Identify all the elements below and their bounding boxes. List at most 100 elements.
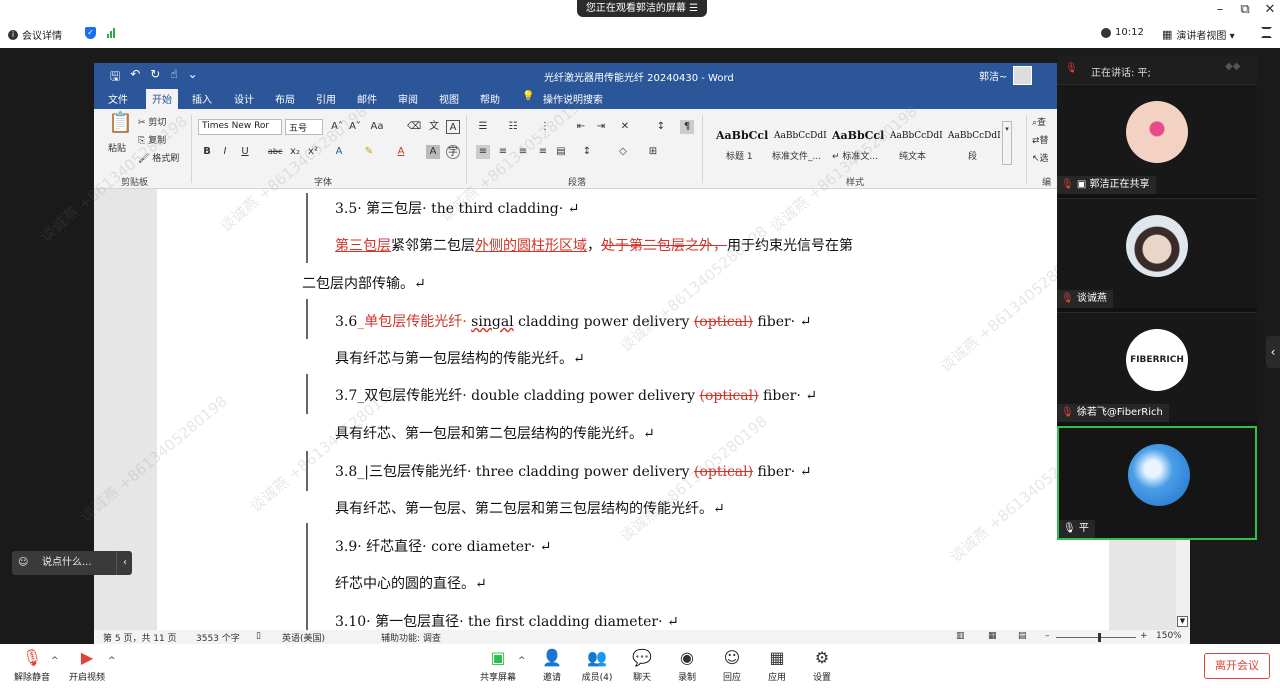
sort-icon[interactable]: ↕ xyxy=(654,120,668,134)
line-spacing-icon[interactable]: ↕ xyxy=(580,145,594,159)
select-button[interactable]: ↖选 xyxy=(1032,151,1049,164)
fullscreen-icon[interactable] xyxy=(1261,27,1272,38)
underline-icon[interactable]: U xyxy=(238,145,252,159)
chevron-left-icon[interactable]: ‹ xyxy=(116,551,127,575)
tab-help[interactable]: 帮助 xyxy=(480,91,500,106)
tab-design[interactable]: 设计 xyxy=(234,91,254,106)
signal-icon[interactable] xyxy=(107,28,115,38)
restore-icon[interactable]: ⧉ xyxy=(1235,2,1255,17)
web-layout-icon[interactable]: ▤ xyxy=(1018,631,1027,641)
paste-icon[interactable]: 📋 xyxy=(108,112,133,139)
emoji-icon[interactable]: ☺ xyxy=(18,551,28,575)
sharing-banner[interactable]: 您正在观看郭洁的屏幕 ☰ xyxy=(577,0,707,17)
redo-icon[interactable]: ↻ xyxy=(150,67,160,88)
chevron-up-icon[interactable]: ^ xyxy=(108,656,116,666)
account-name[interactable]: 郭洁~ xyxy=(979,68,1007,83)
zoom-in-icon[interactable]: + xyxy=(1140,631,1148,641)
tab-file[interactable]: 文件 xyxy=(108,91,128,106)
phonetic-guide-icon[interactable]: 文 xyxy=(427,120,441,134)
paste-label[interactable]: 粘贴 xyxy=(108,141,126,154)
format-painter-button[interactable]: 🖌 格式刷 xyxy=(138,151,179,164)
proofing-icon[interactable]: ▯ xyxy=(256,631,261,641)
italic-icon[interactable]: I xyxy=(218,145,232,159)
font-color-icon[interactable]: A xyxy=(394,145,408,159)
account-avatar[interactable] xyxy=(1013,66,1032,85)
decrease-indent-icon[interactable]: ⇤ xyxy=(574,120,588,134)
page-count[interactable]: 第 5 页，共 11 页 xyxy=(103,631,177,644)
style-preview-paragraph[interactable]: AaBbCcDdI xyxy=(948,131,1001,141)
show-marks-icon[interactable]: ¶ xyxy=(680,120,694,134)
align-left-icon[interactable]: ≡ xyxy=(476,145,490,159)
find-button[interactable]: ⌕查 xyxy=(1032,115,1046,128)
customize-icon[interactable]: ⌄ xyxy=(188,67,198,88)
start-video-button[interactable]: ▶ 开启视频 xyxy=(65,648,109,683)
change-case-icon[interactable]: Aa xyxy=(370,120,384,134)
quick-chat-box[interactable]: ☺ 说点什么... ‹ xyxy=(12,551,132,575)
distributed-icon[interactable]: ▤ xyxy=(554,145,568,159)
cut-button[interactable]: ✂ 剪切 xyxy=(138,115,166,128)
char-shading-icon[interactable]: A xyxy=(426,145,440,159)
chinese-layout-icon[interactable]: ✕ xyxy=(618,120,632,134)
language-label[interactable]: 英语(美国) xyxy=(282,631,325,644)
meeting-details-button[interactable]: i 会议详情 xyxy=(8,27,62,42)
style-preview-standard[interactable]: AaBbCcDdI xyxy=(774,131,827,141)
members-button[interactable]: 👥 成员(4) xyxy=(575,648,619,683)
char-border-icon[interactable]: A xyxy=(446,120,460,134)
collapse-tiles-icon[interactable]: ◆◆ xyxy=(1225,61,1240,72)
style-preview-plain[interactable]: AaBbCcDdI xyxy=(890,131,943,141)
font-name-select[interactable]: Times New Ror xyxy=(198,119,282,135)
bullets-icon[interactable]: ☰ xyxy=(476,120,490,134)
apps-button[interactable]: ▦ 应用 xyxy=(755,648,799,683)
record-button[interactable]: ◉ 录制 xyxy=(665,648,709,683)
shield-icon[interactable]: ✓ xyxy=(85,27,96,39)
grow-font-icon[interactable]: A˄ xyxy=(330,120,344,134)
styles-scroll[interactable]: ▾ xyxy=(1002,121,1012,165)
unmute-button[interactable]: 🎙 解除静音 xyxy=(10,648,54,683)
touch-mode-icon[interactable]: ☝ xyxy=(170,67,177,88)
document-page[interactable]: 3.5· 第三包层· the third cladding· ↵ 第三包层紧邻第… xyxy=(157,189,1109,630)
justify-icon[interactable]: ≡ xyxy=(536,145,550,159)
scroll-down-arrow[interactable]: ▼ xyxy=(1177,616,1188,627)
bold-icon[interactable]: B xyxy=(200,145,214,159)
undo-icon[interactable]: ↶ xyxy=(130,67,140,88)
clear-format-icon[interactable]: ⌫ xyxy=(407,120,421,134)
style-preview-standard2[interactable]: AaBbCcl xyxy=(832,129,884,142)
accessibility-status[interactable]: 辅助功能: 调查 xyxy=(381,631,441,644)
zoom-out-icon[interactable]: – xyxy=(1045,631,1050,641)
participant-tile[interactable]: FIBERRICH 🎙 徐若飞@FiberRich xyxy=(1057,312,1257,422)
reaction-button[interactable]: ☺ 回应 xyxy=(710,648,754,683)
replace-button[interactable]: ⇄替 xyxy=(1032,133,1049,146)
zoom-level[interactable]: 150% xyxy=(1156,631,1182,641)
strikethrough-icon[interactable]: abc xyxy=(268,145,282,159)
tab-view[interactable]: 视图 xyxy=(439,91,459,106)
font-size-select[interactable]: 五号 xyxy=(285,119,323,135)
tell-me-search[interactable]: 操作说明搜索 xyxy=(543,91,603,106)
zoom-slider-thumb[interactable] xyxy=(1098,633,1101,642)
increase-indent-icon[interactable]: ⇥ xyxy=(594,120,608,134)
participant-tile[interactable]: 🎙 ▣ 郭洁正在共享 xyxy=(1057,84,1257,194)
copy-button[interactable]: ⎘ 复制 xyxy=(138,133,166,146)
minimize-icon[interactable]: – xyxy=(1210,2,1230,17)
chevron-up-icon[interactable]: ^ xyxy=(51,656,59,666)
tab-insert[interactable]: 插入 xyxy=(192,91,212,106)
borders-icon[interactable]: ⊞ xyxy=(646,145,660,159)
highlight-icon[interactable]: ✎ xyxy=(362,145,376,159)
participant-tile-active[interactable]: 🎙 平 xyxy=(1057,426,1257,540)
speaker-view-button[interactable]: ▦ 演讲者视图 ▾ xyxy=(1162,27,1235,42)
participant-tile[interactable]: 🎙 谈诚燕 xyxy=(1057,198,1257,308)
share-screen-button[interactable]: ▣ 共享屏幕 xyxy=(476,648,520,683)
tab-home[interactable]: 开始 xyxy=(146,89,178,109)
enclose-char-icon[interactable]: 字 xyxy=(446,145,460,159)
word-count[interactable]: 3553 个字 xyxy=(196,631,240,644)
align-right-icon[interactable]: ≡ xyxy=(516,145,530,159)
zoom-slider[interactable] xyxy=(1056,637,1136,638)
style-preview-heading1[interactable]: AaBbCcl xyxy=(716,129,768,142)
tab-mailings[interactable]: 邮件 xyxy=(357,91,377,106)
read-mode-icon[interactable]: ▥ xyxy=(956,631,965,641)
leave-meeting-button[interactable]: 离开会议 xyxy=(1204,653,1270,679)
tab-review[interactable]: 审阅 xyxy=(398,91,418,106)
print-layout-icon[interactable]: ▦ xyxy=(988,631,997,641)
save-icon[interactable]: 🖫 xyxy=(110,67,120,88)
numbering-icon[interactable]: ☷ xyxy=(506,120,520,134)
tab-references[interactable]: 引用 xyxy=(316,91,336,106)
